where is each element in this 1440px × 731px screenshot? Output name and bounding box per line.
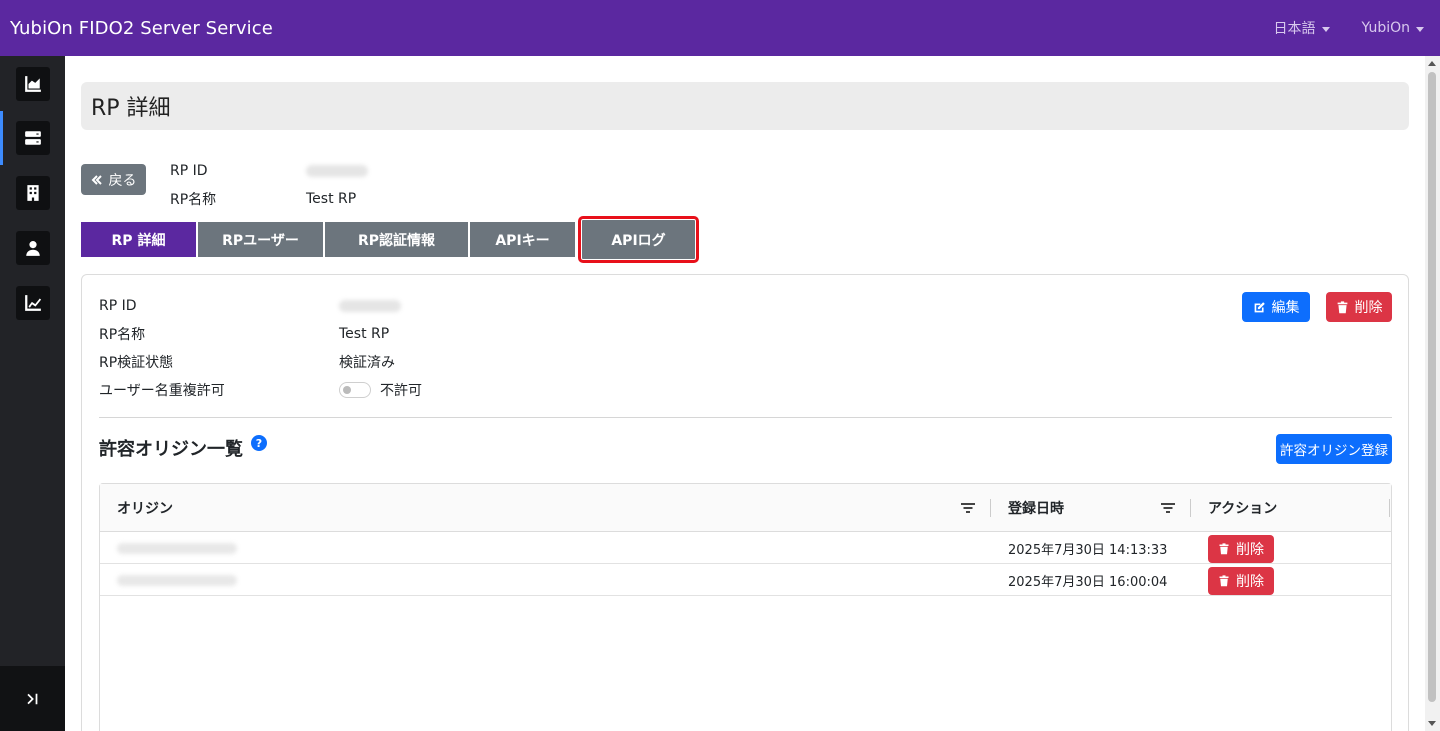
sidebar	[0, 56, 65, 731]
column-header-date[interactable]: 登録日時	[1008, 484, 1064, 532]
column-header-origin[interactable]: オリジン	[117, 484, 173, 532]
sidebar-item-organization[interactable]	[0, 166, 65, 220]
app-title[interactable]: YubiOn FIDO2 Server Service	[10, 18, 273, 39]
sidebar-item-servers[interactable]	[0, 111, 65, 165]
filter-icon[interactable]	[1161, 501, 1175, 515]
register-origin-button[interactable]: 許容オリジン登録	[1276, 434, 1392, 464]
origins-title: 許容オリジン一覧	[99, 439, 243, 460]
page-scrollbar[interactable]	[1425, 56, 1440, 731]
scroll-up-icon[interactable]	[1428, 61, 1436, 66]
sidebar-item-dashboard[interactable]	[0, 57, 65, 111]
date-cell: 2025年7月30日 16:00:04	[1008, 574, 1168, 590]
detail-rp-name-label: RP名称	[99, 327, 146, 343]
delete-label: 削除	[1354, 300, 1383, 316]
origin-cell-redacted	[117, 564, 237, 596]
language-dropdown[interactable]: 日本語	[1274, 18, 1330, 38]
rp-id-label: RP ID	[170, 163, 208, 179]
scroll-down-icon[interactable]	[1428, 721, 1436, 726]
origins-table: オリジン 登録日時 アクション 2025年7月30日 14:13:33 削除 2…	[99, 483, 1392, 731]
tab-api-logs-label: APIログ	[584, 222, 693, 257]
caret-down-icon	[1321, 26, 1330, 32]
scroll-thumb[interactable]	[1428, 72, 1436, 702]
edit-button[interactable]: 編集	[1242, 292, 1310, 322]
page-title-bar: RP 詳細	[81, 82, 1409, 130]
top-navbar: YubiOn FIDO2 Server Service 日本語 YubiOn	[0, 0, 1440, 56]
column-separator	[1389, 499, 1390, 517]
table-row: 2025年7月30日 14:13:33 削除	[100, 532, 1391, 564]
server-icon	[15, 121, 50, 155]
back-button[interactable]: 戻る	[81, 164, 146, 195]
detail-verify-value: 検証済み	[339, 355, 395, 371]
rp-detail-list: RP ID RP名称 Test RP RP検証状態 検証済み ユーザー名重複許可…	[99, 292, 422, 404]
detail-dup-label: ユーザー名重複許可	[99, 383, 225, 399]
row-delete-button[interactable]: 削除	[1208, 567, 1274, 595]
origins-section-title: 許容オリジン一覧 ?	[99, 435, 267, 461]
sidebar-item-statistics[interactable]	[0, 276, 65, 330]
detail-rp-id-value-redacted	[339, 300, 401, 312]
tab-api-logs[interactable]: APIログ	[578, 216, 699, 263]
trash-icon	[1337, 300, 1347, 313]
table-row: 2025年7月30日 16:00:04 削除	[100, 564, 1391, 596]
rp-summary: RP ID RP名称 Test RP	[170, 157, 368, 213]
date-cell: 2025年7月30日 14:13:33	[1008, 542, 1168, 558]
building-icon	[15, 176, 50, 210]
trash-icon	[1219, 575, 1229, 587]
sidebar-item-users[interactable]	[0, 221, 65, 275]
rp-tabs: RP 詳細 RPユーザー RP認証情報 APIキー APIログ	[81, 216, 699, 263]
row-delete-label: 削除	[1236, 542, 1264, 558]
detail-rp-name-value: Test RP	[339, 326, 390, 342]
top-nav: 日本語 YubiOn	[1274, 0, 1424, 56]
tab-api-keys[interactable]: APIキー	[470, 222, 577, 257]
help-icon[interactable]: ?	[251, 435, 267, 451]
detail-verify-label: RP検証状態	[99, 355, 174, 371]
page-title: RP 詳細	[91, 96, 171, 121]
tab-rp-detail[interactable]: RP 詳細	[81, 222, 198, 257]
filter-icon[interactable]	[961, 501, 975, 515]
origin-cell-redacted	[117, 532, 237, 564]
caret-down-icon	[1416, 26, 1424, 32]
collapse-arrow-icon	[26, 693, 37, 704]
trash-icon	[1219, 543, 1229, 555]
user-dropdown[interactable]: YubiOn	[1361, 20, 1424, 36]
column-separator	[990, 499, 991, 517]
user-label: YubiOn	[1361, 20, 1411, 36]
row-delete-label: 削除	[1236, 574, 1264, 590]
double-chevron-left-icon	[91, 174, 102, 185]
detail-dup-value: 不許可	[380, 383, 422, 399]
tab-rp-credentials[interactable]: RP認証情報	[325, 222, 470, 257]
tab-rp-users[interactable]: RPユーザー	[198, 222, 325, 257]
rp-name-label: RP名称	[170, 192, 217, 208]
duplicate-username-toggle[interactable]	[339, 382, 371, 398]
rp-detail-card: RP ID RP名称 Test RP RP検証状態 検証済み ユーザー名重複許可…	[81, 274, 1409, 731]
edit-label: 編集	[1271, 300, 1300, 316]
rp-name-value: Test RP	[306, 191, 357, 207]
user-icon	[15, 231, 50, 265]
rp-id-value-redacted	[306, 165, 368, 177]
section-divider	[99, 417, 1392, 418]
row-delete-button[interactable]: 削除	[1208, 535, 1274, 563]
delete-button[interactable]: 削除	[1326, 292, 1392, 322]
language-label: 日本語	[1273, 21, 1316, 37]
back-label: 戻る	[108, 172, 137, 189]
area-chart-icon	[15, 67, 50, 101]
column-header-action: アクション	[1208, 501, 1278, 517]
table-header: オリジン 登録日時 アクション	[100, 484, 1391, 532]
column-separator	[1190, 499, 1191, 517]
sidebar-toggle-button[interactable]	[0, 666, 65, 731]
detail-rp-id-label: RP ID	[99, 298, 137, 314]
line-chart-icon	[15, 286, 50, 320]
edit-icon	[1254, 301, 1265, 312]
